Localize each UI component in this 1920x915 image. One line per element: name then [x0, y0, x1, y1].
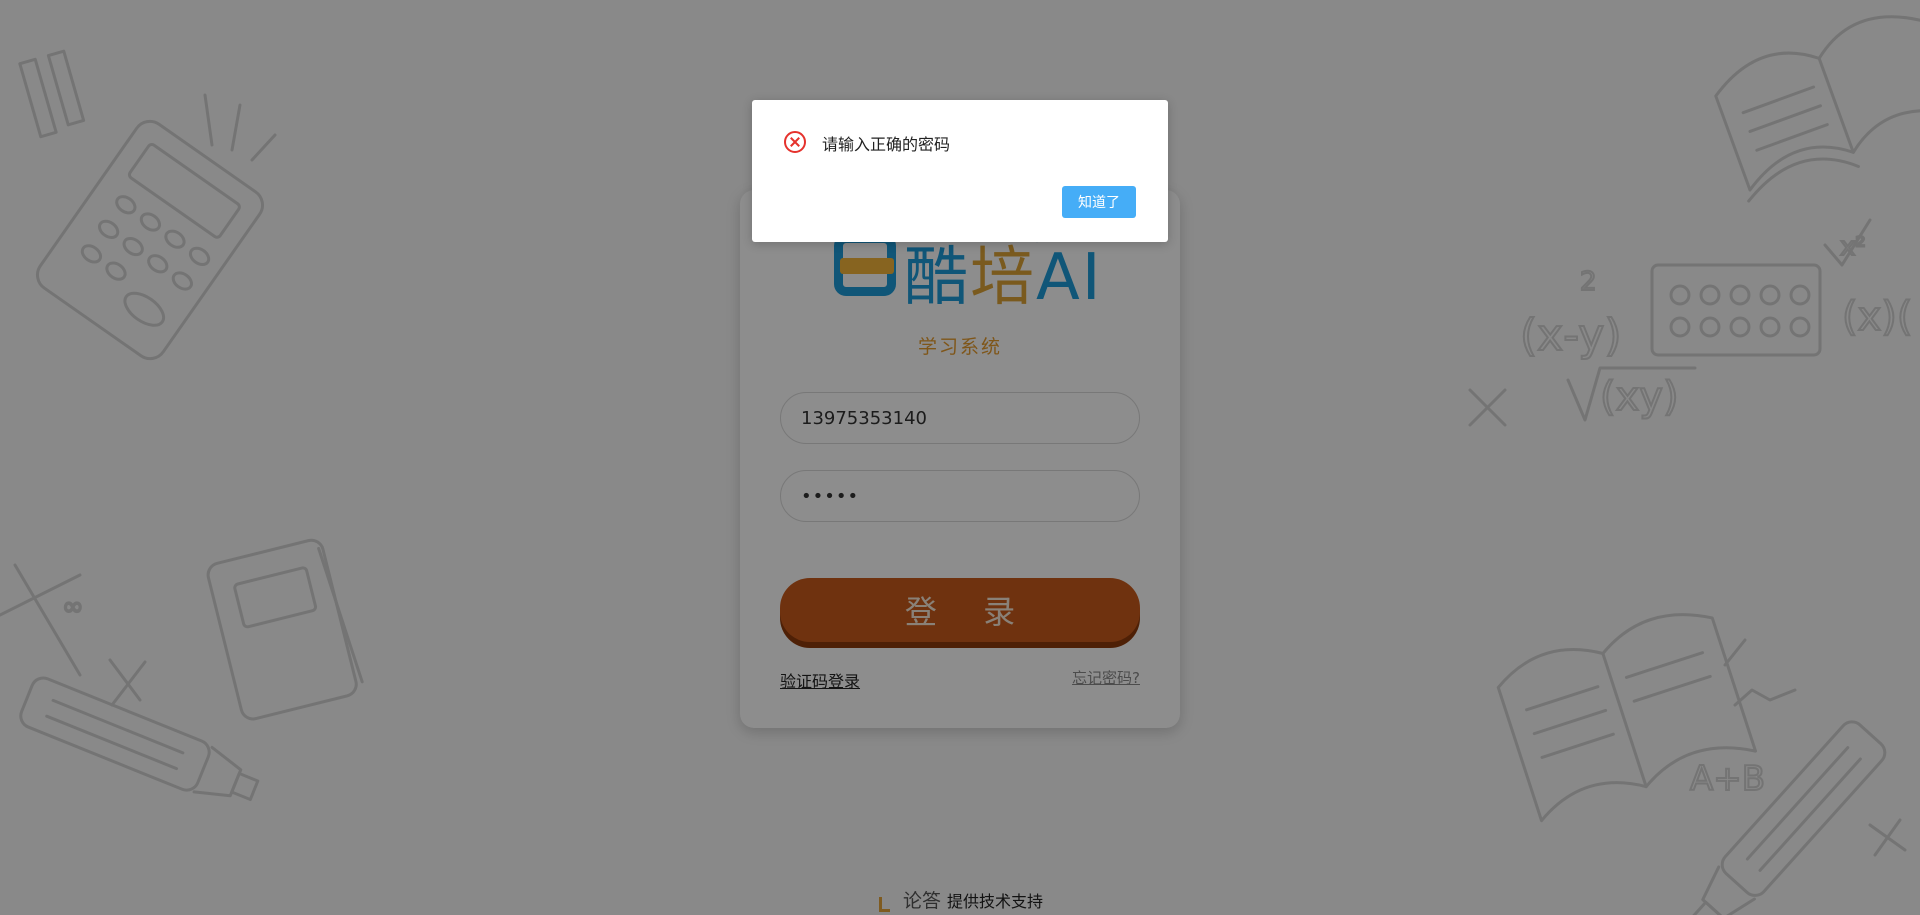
error-circle-icon — [784, 131, 806, 153]
error-dialog: 请输入正确的密码 知道了 — [752, 100, 1168, 242]
ok-button[interactable]: 知道了 — [1062, 186, 1136, 218]
dialog-message: 请输入正确的密码 — [822, 135, 951, 154]
